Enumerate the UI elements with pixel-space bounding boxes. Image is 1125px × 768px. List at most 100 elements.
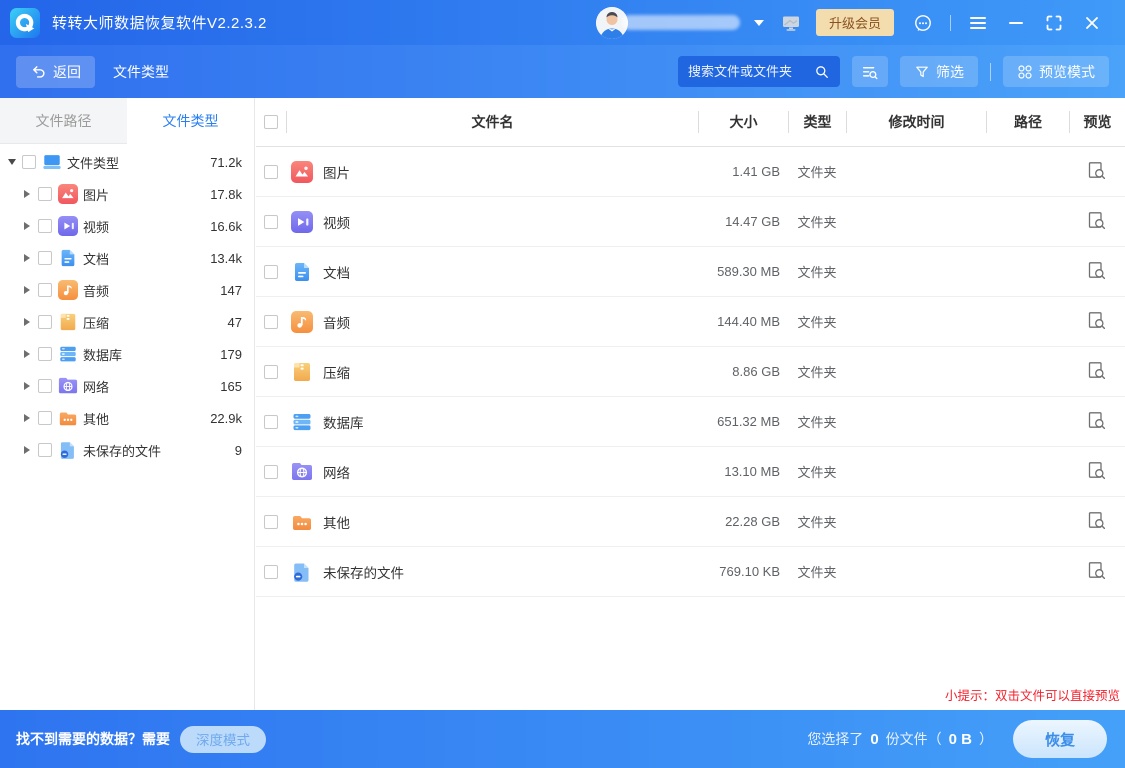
search-icon[interactable] [814,64,830,80]
search-box[interactable] [678,56,840,87]
deep-mode-button[interactable]: 深度模式 [180,726,266,753]
file-size: 22.28 GB [698,514,788,529]
preview-button[interactable] [1086,161,1108,183]
checkbox[interactable] [38,379,52,393]
checkbox[interactable] [38,187,52,201]
table-row[interactable]: 其他 22.28 GB 文件夹 [256,497,1125,547]
file-name: 图片 [323,162,350,182]
row-checkbox[interactable] [264,265,278,279]
filter-button-label: 筛选 [936,62,964,82]
row-checkbox[interactable] [264,565,278,579]
sidebar-item-documents[interactable]: 文档 13.4k [0,242,254,274]
row-checkbox[interactable] [264,165,278,179]
header-modified[interactable]: 修改时间 [846,111,986,133]
checkbox[interactable] [38,251,52,265]
expand-icon[interactable] [24,190,38,198]
search-in-results-button[interactable] [852,56,888,87]
sidebar-item-archives[interactable]: 压缩 47 [0,306,254,338]
header-filename[interactable]: 文件名 [286,111,698,133]
sidebar-item-databases[interactable]: 数据库 179 [0,338,254,370]
row-checkbox[interactable] [264,515,278,529]
account-chevron-down-icon[interactable] [754,20,764,26]
preview-icon [1087,511,1107,531]
expand-icon[interactable] [24,318,38,326]
header-preview[interactable]: 预览 [1069,111,1125,133]
tree-item-label: 视频 [83,217,109,236]
recover-button[interactable]: 恢复 [1013,720,1107,758]
preview-button[interactable] [1086,311,1108,333]
checkbox[interactable] [38,219,52,233]
header-path[interactable]: 路径 [986,111,1069,133]
checkbox[interactable] [38,347,52,361]
maximize-button[interactable] [1035,13,1073,33]
table-row[interactable]: 数据库 651.32 MB 文件夹 [256,397,1125,447]
row-checkbox[interactable] [264,215,278,229]
table-row[interactable]: 图片 1.41 GB 文件夹 [256,147,1125,197]
preview-button[interactable] [1086,361,1108,383]
file-name: 音频 [323,312,350,332]
sidebar-item-videos[interactable]: 视频 16.6k [0,210,254,242]
header-type[interactable]: 类型 [788,111,846,133]
tree-item-label: 文件类型 [67,153,119,172]
tab-file-type[interactable]: 文件类型 [127,98,254,144]
row-checkbox[interactable] [264,365,278,379]
search-input[interactable] [688,64,814,79]
close-button[interactable] [1073,13,1111,33]
expand-icon[interactable] [24,222,38,230]
upgrade-member-button[interactable]: 升级会员 [816,9,894,36]
device-monitor-button[interactable] [772,13,810,33]
header-size[interactable]: 大小 [698,111,788,133]
preview-button[interactable] [1086,511,1108,533]
table-row[interactable]: 文档 589.30 MB 文件夹 [256,247,1125,297]
title-bar: 转转大师数据恢复软件V2.2.3.2 升级会员 [0,0,1125,45]
tree-item-count: 13.4k [210,251,242,266]
tree-item-label: 图片 [83,185,109,204]
sidebar-item-images[interactable]: 图片 17.8k [0,178,254,210]
table-row[interactable]: 网络 13.10 MB 文件夹 [256,447,1125,497]
expand-icon[interactable] [24,286,38,294]
expand-icon[interactable] [24,414,38,422]
collapse-icon[interactable] [8,159,22,165]
customer-service-button[interactable] [904,13,942,33]
tree-item-label: 未保存的文件 [83,441,161,460]
row-checkbox[interactable] [264,465,278,479]
select-all-checkbox[interactable] [264,115,278,129]
checkbox[interactable] [38,315,52,329]
back-button[interactable]: 返回 [16,56,95,88]
expand-icon[interactable] [24,254,38,262]
sidebar: 文件路径 文件类型 文件类型 71.2k 图片 17.8k [0,98,255,710]
filter-button[interactable]: 筛选 [900,56,978,87]
preview-button[interactable] [1086,211,1108,233]
checkbox[interactable] [38,443,52,457]
tree-item-label: 文档 [83,249,109,268]
table-row[interactable]: 未保存的文件 769.10 KB 文件夹 [256,547,1125,597]
minimize-button[interactable] [997,13,1035,33]
preview-button[interactable] [1086,461,1108,483]
file-name: 网络 [323,462,350,482]
expand-icon[interactable] [24,446,38,454]
tree-item-count: 147 [220,283,242,298]
sidebar-item-unsaved[interactable]: 未保存的文件 9 [0,434,254,466]
menu-button[interactable] [959,13,997,33]
table-row[interactable]: 压缩 8.86 GB 文件夹 [256,347,1125,397]
checkbox[interactable] [38,283,52,297]
table-row[interactable]: 音频 144.40 MB 文件夹 [256,297,1125,347]
file-type: 文件夹 [788,562,846,581]
preview-button[interactable] [1086,561,1108,583]
row-checkbox[interactable] [264,315,278,329]
table-row[interactable]: 视频 14.47 GB 文件夹 [256,197,1125,247]
close-icon [1082,13,1102,33]
row-checkbox[interactable] [264,415,278,429]
checkbox[interactable] [22,155,36,169]
expand-icon[interactable] [24,350,38,358]
preview-button[interactable] [1086,411,1108,433]
preview-button[interactable] [1086,261,1108,283]
sidebar-item-audio[interactable]: 音频 147 [0,274,254,306]
sidebar-item-network[interactable]: 网络 165 [0,370,254,402]
checkbox[interactable] [38,411,52,425]
preview-mode-button[interactable]: 预览模式 [1003,56,1109,87]
tree-root-file-types[interactable]: 文件类型 71.2k [0,146,254,178]
expand-icon[interactable] [24,382,38,390]
tab-file-path[interactable]: 文件路径 [0,98,127,144]
sidebar-item-others[interactable]: 其他 22.9k [0,402,254,434]
